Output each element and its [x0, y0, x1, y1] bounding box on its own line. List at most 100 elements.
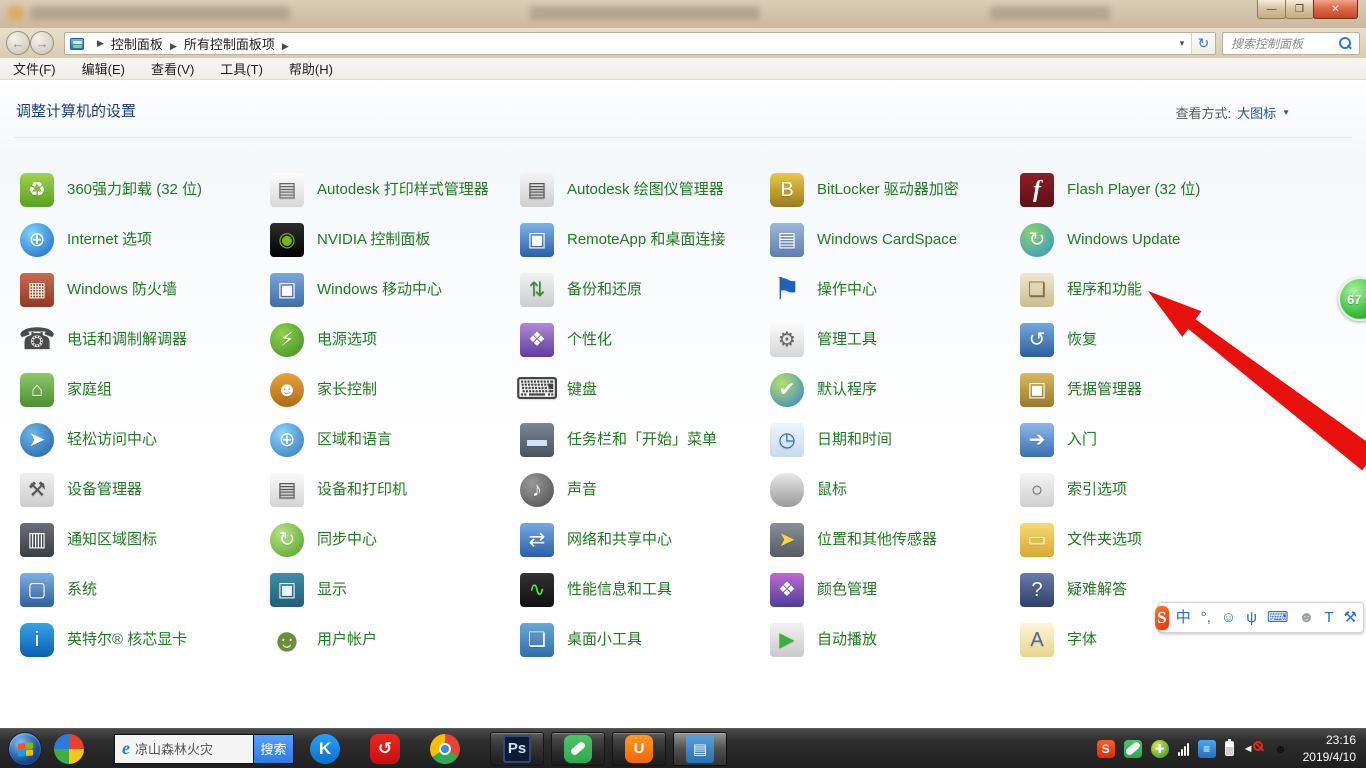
chrome-icon[interactable]	[430, 734, 460, 764]
sogou-input-tray-icon[interactable]: S	[1097, 740, 1115, 758]
item-desktop-gadgets[interactable]: ❏桌面小工具	[520, 623, 770, 657]
item-notification-icons[interactable]: ▥通知区域图标	[20, 523, 270, 557]
item-getting-started[interactable]: ➔入门	[1020, 423, 1270, 457]
breadcrumb-item-1[interactable]: 控制面板	[111, 37, 163, 52]
item-flash-player[interactable]: fFlash Player (32 位)	[1020, 173, 1270, 207]
programs-and-features-icon: ❑	[1020, 273, 1054, 307]
item-taskbar-start-menu[interactable]: ▬任务栏和「开始」菜单	[520, 423, 770, 457]
item-region-language[interactable]: ⊕区域和语言	[270, 423, 520, 457]
item-color-management[interactable]: ❖颜色管理	[770, 573, 1020, 607]
item-location-sensors[interactable]: ➤位置和其他传感器	[770, 523, 1020, 557]
item-autodesk-print-styles[interactable]: ▤Autodesk 打印样式管理器	[270, 173, 520, 207]
sogou-logo-icon[interactable]: S	[1155, 606, 1169, 630]
kugou-music-icon[interactable]: K	[310, 734, 340, 764]
item-network-sharing[interactable]: ⇄网络和共享中心	[520, 523, 770, 557]
menu-item[interactable]: 编辑(E)	[69, 59, 138, 78]
address-dropdown-icon[interactable]: ▾	[1173, 33, 1191, 54]
menu-item[interactable]: 文件(F)	[0, 59, 69, 78]
item-sync-center[interactable]: ↻同步中心	[270, 523, 520, 557]
item-indexing-options[interactable]: ○索引选项	[1020, 473, 1270, 507]
item-date-time[interactable]: ◷日期和时间	[770, 423, 1020, 457]
muted-speaker-icon[interactable]: ◄	[1243, 740, 1263, 758]
mic-icon[interactable]: ψ	[1246, 610, 1257, 625]
back-button[interactable]: ←	[6, 31, 30, 55]
search-input[interactable]	[1223, 37, 1337, 51]
minimize-button[interactable]: —	[1257, 0, 1286, 19]
netease-music-icon[interactable]: ↺	[370, 734, 400, 764]
control-panel-search[interactable]	[1222, 32, 1360, 55]
menu-item[interactable]: 帮助(H)	[276, 59, 346, 78]
address-bar[interactable]: ▶ 控制面板▶所有控制面板项▶ ▾ ↻	[64, 32, 1216, 55]
refresh-icon[interactable]: ↻	[1191, 33, 1215, 54]
item-mouse[interactable]: 鼠标	[770, 473, 1020, 507]
control-panel-window-icon[interactable]: ▤	[673, 732, 727, 766]
item-homegroup[interactable]: ⌂家庭组	[20, 373, 270, 407]
item-programs-and-features[interactable]: ❑程序和功能	[1020, 273, 1270, 307]
close-button[interactable]: ✕	[1313, 0, 1358, 19]
battery-icon[interactable]	[1225, 741, 1234, 756]
item-360-uninstaller[interactable]: ♻360强力卸载 (32 位)	[20, 173, 270, 207]
restore-button[interactable]: ❐	[1285, 0, 1314, 19]
item-firewall[interactable]: ▦Windows 防火墙	[20, 273, 270, 307]
item-remoteapp[interactable]: ▣RemoteApp 和桌面连接	[520, 223, 770, 257]
green-remote-app-icon[interactable]	[551, 732, 605, 766]
item-windows-update[interactable]: ↻Windows Update	[1020, 223, 1270, 257]
item-phone-modem[interactable]: ☎电话和调制解调器	[20, 323, 270, 357]
item-personalization[interactable]: ❖个性化	[520, 323, 770, 357]
taskbar-clock[interactable]: 23:16 2019/4/10	[1303, 732, 1356, 764]
item-performance-tools[interactable]: ∿性能信息和工具	[520, 573, 770, 607]
photoshop-icon[interactable]: Ps	[490, 732, 544, 766]
sogou-browser-icon[interactable]	[54, 734, 84, 764]
qq-penguin-icon[interactable]: ☻	[1272, 740, 1290, 758]
item-autodesk-plotter[interactable]: ▤Autodesk 绘图仪管理器	[520, 173, 770, 207]
uc-browser-icon[interactable]: U	[612, 732, 666, 766]
start-button[interactable]	[8, 732, 42, 766]
chevron-down-icon[interactable]: ▼	[1282, 108, 1290, 117]
item-action-center[interactable]: ⚑操作中心	[770, 273, 1020, 307]
item-parental-controls[interactable]: ☻家长控制	[270, 373, 520, 407]
search-bar[interactable]: e搜索	[114, 734, 294, 764]
item-display[interactable]: ▣显示	[270, 573, 520, 607]
item-label: BitLocker 驱动器加密	[817, 181, 959, 199]
chinese-mode-icon[interactable]: 中	[1176, 610, 1191, 625]
skin-person-icon[interactable]: ☻	[1299, 610, 1315, 625]
item-credential-manager[interactable]: ▣凭据管理器	[1020, 373, 1270, 407]
item-folder-options[interactable]: ▭文件夹选项	[1020, 523, 1270, 557]
punctuation-icon[interactable]: °,	[1201, 610, 1211, 625]
skin-shirt-icon[interactable]: T	[1324, 610, 1333, 625]
breadcrumb-item-2[interactable]: 所有控制面板项	[184, 37, 275, 52]
menu-item[interactable]: 工具(T)	[207, 59, 276, 78]
network-signal-icon[interactable]	[1178, 742, 1189, 756]
item-power-options[interactable]: ⚡电源选项	[270, 323, 520, 357]
item-nvidia-control-panel[interactable]: ◉NVIDIA 控制面板	[270, 223, 520, 257]
item-admin-tools[interactable]: ⚙管理工具	[770, 323, 1020, 357]
menu-item[interactable]: 查看(V)	[138, 59, 207, 78]
item-keyboard[interactable]: ⌨键盘	[520, 373, 770, 407]
item-internet-options[interactable]: ⊕Internet 选项	[20, 223, 270, 257]
item-bitlocker[interactable]: BBitLocker 驱动器加密	[770, 173, 1020, 207]
item-system[interactable]: ▢系统	[20, 573, 270, 607]
item-device-manager[interactable]: ⚒设备管理器	[20, 473, 270, 507]
item-recovery[interactable]: ↺恢复	[1020, 323, 1270, 357]
view-by-value[interactable]: 大图标	[1237, 103, 1276, 122]
settings-wrench-icon[interactable]: ⚒	[1344, 610, 1357, 625]
youdao-dict-icon[interactable]: ≡	[1198, 740, 1216, 758]
item-autoplay[interactable]: ▶自动播放	[770, 623, 1020, 657]
soft-keyboard-icon[interactable]: ⌨	[1267, 610, 1289, 625]
item-devices-printers[interactable]: ▤设备和打印机	[270, 473, 520, 507]
taskbar-search-button[interactable]: 搜索	[254, 734, 294, 764]
item-cardspace[interactable]: ▤Windows CardSpace	[770, 223, 1020, 257]
antivirus-shield-icon[interactable]: ✚	[1151, 740, 1169, 758]
item-default-programs[interactable]: ✔默认程序	[770, 373, 1020, 407]
item-sound[interactable]: ♪声音	[520, 473, 770, 507]
item-backup-restore[interactable]: ⇅备份和还原	[520, 273, 770, 307]
green-pill-tray-icon[interactable]	[1124, 740, 1142, 758]
item-ease-of-access[interactable]: ➤轻松访问中心	[20, 423, 270, 457]
emoji-icon[interactable]: ☺	[1221, 610, 1236, 625]
taskbar-search-input[interactable]	[135, 741, 235, 756]
forward-button[interactable]: →	[30, 31, 54, 55]
item-mobility-center[interactable]: ▣Windows 移动中心	[270, 273, 520, 307]
search-field[interactable]: e	[114, 734, 254, 764]
item-intel-graphics[interactable]: i英特尔® 核芯显卡	[20, 623, 270, 657]
item-user-accounts[interactable]: ☻用户帐户	[270, 623, 520, 657]
